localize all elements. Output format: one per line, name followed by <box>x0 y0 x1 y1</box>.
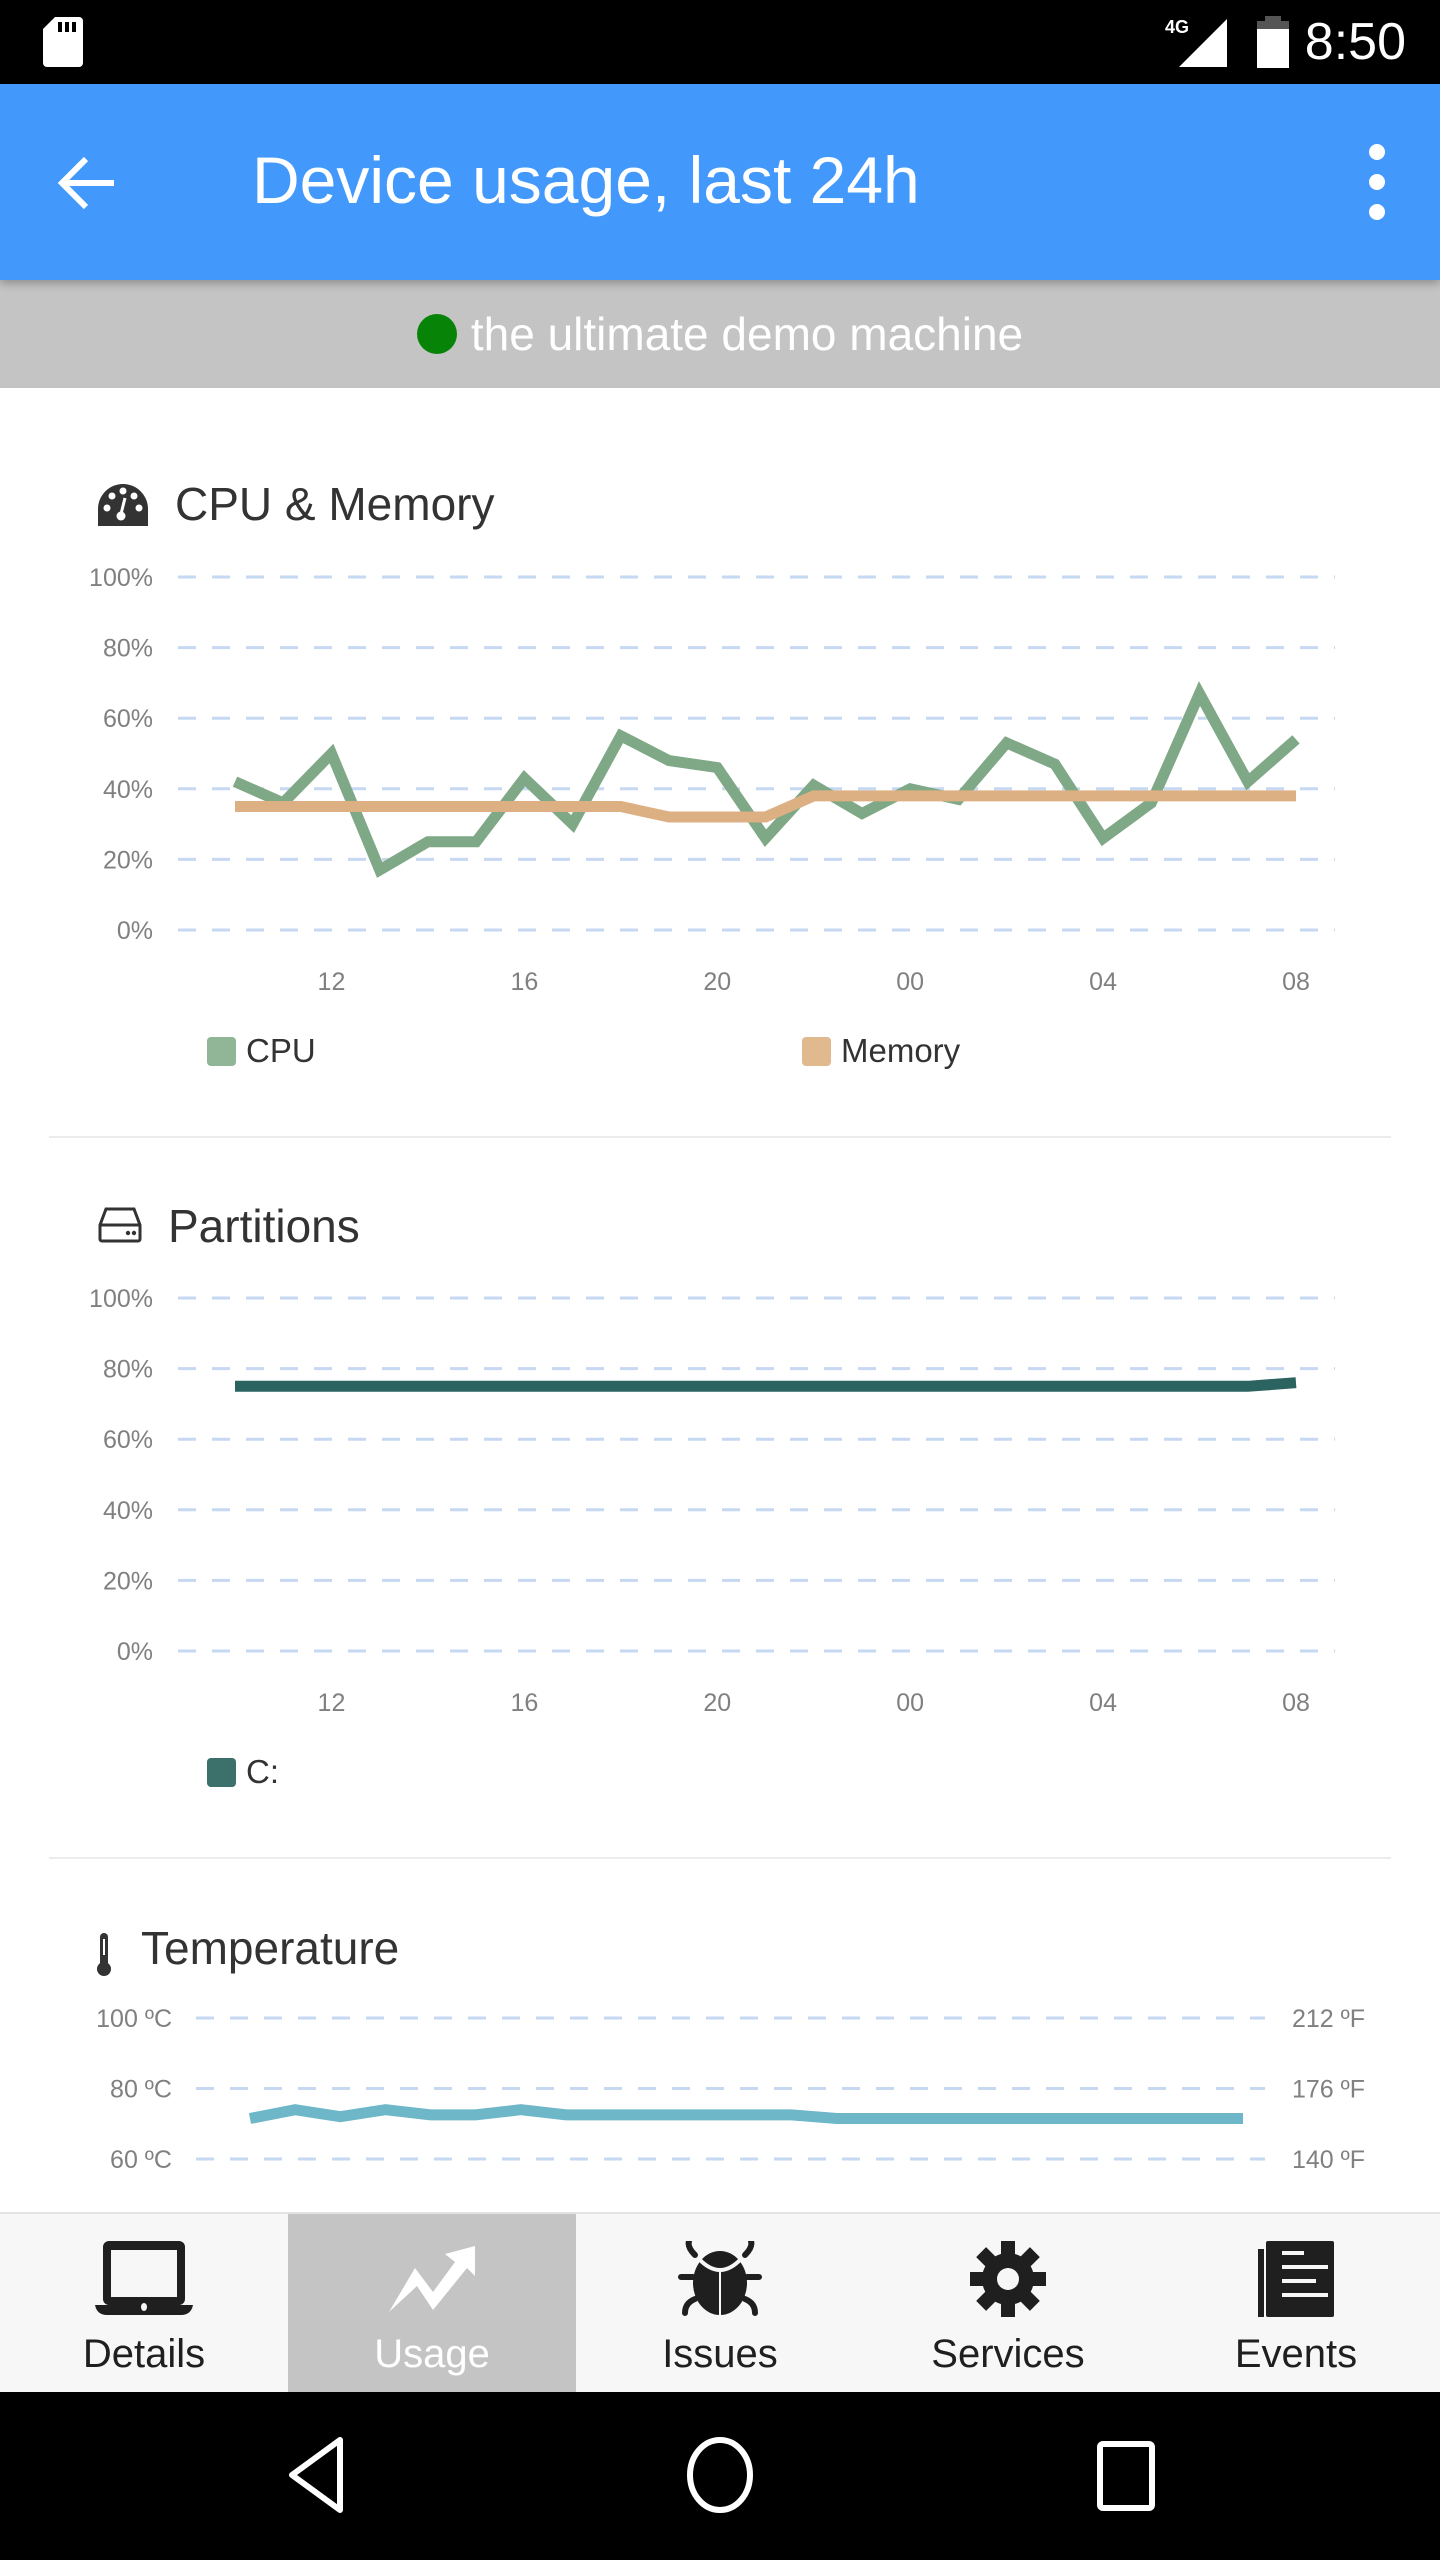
tab-label: Usage <box>374 2332 490 2376</box>
x-tick-label: 04 <box>1089 1689 1117 1717</box>
device-header: the ultimate demo machine <box>0 280 1440 388</box>
thermometer-icon <box>97 1933 111 1976</box>
y-tick-label: 80% <box>103 1356 153 1384</box>
y-tick-label: 0% <box>117 1638 153 1666</box>
more-vert-icon[interactable] <box>1362 142 1392 222</box>
svg-text:4G: 4G <box>1165 17 1189 37</box>
x-tick-label: 00 <box>896 968 924 996</box>
partitions-title: Partitions <box>168 1200 360 1252</box>
section-divider <box>49 1136 1391 1138</box>
home-circle-icon[interactable] <box>686 2436 754 2514</box>
x-tick-label: 08 <box>1282 1689 1310 1717</box>
x-tick-label: 20 <box>703 1689 731 1717</box>
y-tick-label: 20% <box>103 846 153 874</box>
tab-label: Events <box>1234 2332 1358 2376</box>
y2-tick-label: 140 ºF <box>1292 2146 1365 2174</box>
y-tick-label: 40% <box>103 1497 153 1525</box>
tab-label: Services <box>931 2332 1085 2376</box>
y-tick-label: 40% <box>103 776 153 804</box>
section-divider <box>49 1857 1391 1859</box>
tab-issues[interactable]: Issues <box>576 2214 864 2394</box>
legend-swatch-memory <box>802 1036 831 1066</box>
x-tick-label: 12 <box>318 968 346 996</box>
x-tick-label: 08 <box>1282 968 1310 996</box>
y-tick-label: 80 ºC <box>110 2076 172 2104</box>
y-tick-label: 60 ºC <box>110 2146 172 2174</box>
bug-icon <box>678 2241 762 2316</box>
temperature-title: Temperature <box>141 1922 400 1974</box>
legend-cpu: CPU <box>207 1032 316 1070</box>
legend-label-cpu: CPU <box>246 1032 316 1069</box>
legend-partition-c: C: <box>207 1753 279 1791</box>
y-tick-label: 80% <box>103 635 153 663</box>
y-tick-label: 100% <box>89 1285 153 1313</box>
series-line-temperature <box>248 2104 1243 2124</box>
trending-up-icon <box>389 2246 475 2312</box>
gear-icon <box>970 2241 1046 2317</box>
bottom-navigation: Details Usage Issues Services Events <box>0 2212 1440 2394</box>
document-list-icon <box>1258 2241 1334 2317</box>
y-tick-label: 20% <box>103 1567 153 1595</box>
sd-card-icon <box>43 17 83 67</box>
signal-4g-icon: 4G <box>1165 17 1227 67</box>
y2-tick-label: 212 ºF <box>1292 2005 1365 2033</box>
status-bar: 4G 8:50 <box>0 0 1440 84</box>
x-tick-label: 16 <box>510 968 538 996</box>
tab-usage[interactable]: Usage <box>288 2214 576 2394</box>
app-bar: Device usage, last 24h <box>0 84 1440 280</box>
device-name: the ultimate demo machine <box>470 308 1024 360</box>
x-tick-label: 04 <box>1089 968 1117 996</box>
x-tick-label: 16 <box>510 1689 538 1717</box>
system-navigation-bar <box>0 2392 1440 2560</box>
tab-label: Issues <box>662 2332 778 2376</box>
legend-label-c: C: <box>246 1753 279 1790</box>
hard-drive-icon <box>98 1207 142 1243</box>
cpu-memory-title: CPU & Memory <box>175 478 495 530</box>
laptop-icon <box>95 2241 193 2315</box>
x-tick-label: 00 <box>896 1689 924 1717</box>
partitions-chart: 0% 20% 40% 60% 80% 100% 12 16 20 00 04 08 <box>89 1285 1335 1717</box>
y-tick-label: 60% <box>103 705 153 733</box>
series-line-cpu <box>232 681 1300 878</box>
dashboard-gauge-icon <box>98 484 148 526</box>
legend-swatch-c <box>207 1757 236 1787</box>
y2-tick-label: 176 ºF <box>1292 2076 1365 2104</box>
series-line-c <box>235 1377 1297 1392</box>
x-tick-label: 12 <box>318 1689 346 1717</box>
clock: 8:50 <box>1304 13 1406 71</box>
y-tick-label: 60% <box>103 1426 153 1454</box>
y-tick-label: 0% <box>117 917 153 945</box>
battery-icon <box>1257 16 1289 68</box>
tab-label: Details <box>82 2332 206 2376</box>
status-indicator <box>416 314 457 354</box>
legend-swatch-cpu <box>207 1036 236 1066</box>
y-tick-label: 100 ºC <box>96 2005 172 2033</box>
tab-services[interactable]: Services <box>864 2214 1152 2394</box>
back-triangle-icon[interactable] <box>286 2436 348 2514</box>
tab-details[interactable]: Details <box>0 2214 288 2394</box>
temperature-chart: 60 ºC 140 ºF 80 ºC 176 ºF 100 ºC 212 ºF <box>96 2005 1365 2174</box>
arrow-back-icon[interactable] <box>56 152 118 214</box>
page-title: Device usage, last 24h <box>252 143 920 217</box>
cpu-memory-chart: 0% 20% 40% 60% 80% 100% 12 16 20 00 04 08 <box>89 564 1335 996</box>
y-tick-label: 100% <box>89 564 153 592</box>
tab-events[interactable]: Events <box>1152 2214 1440 2394</box>
x-tick-label: 20 <box>703 968 731 996</box>
legend-memory: Memory <box>802 1032 960 1070</box>
legend-label-memory: Memory <box>841 1032 961 1069</box>
recents-square-icon[interactable] <box>1096 2440 1156 2512</box>
